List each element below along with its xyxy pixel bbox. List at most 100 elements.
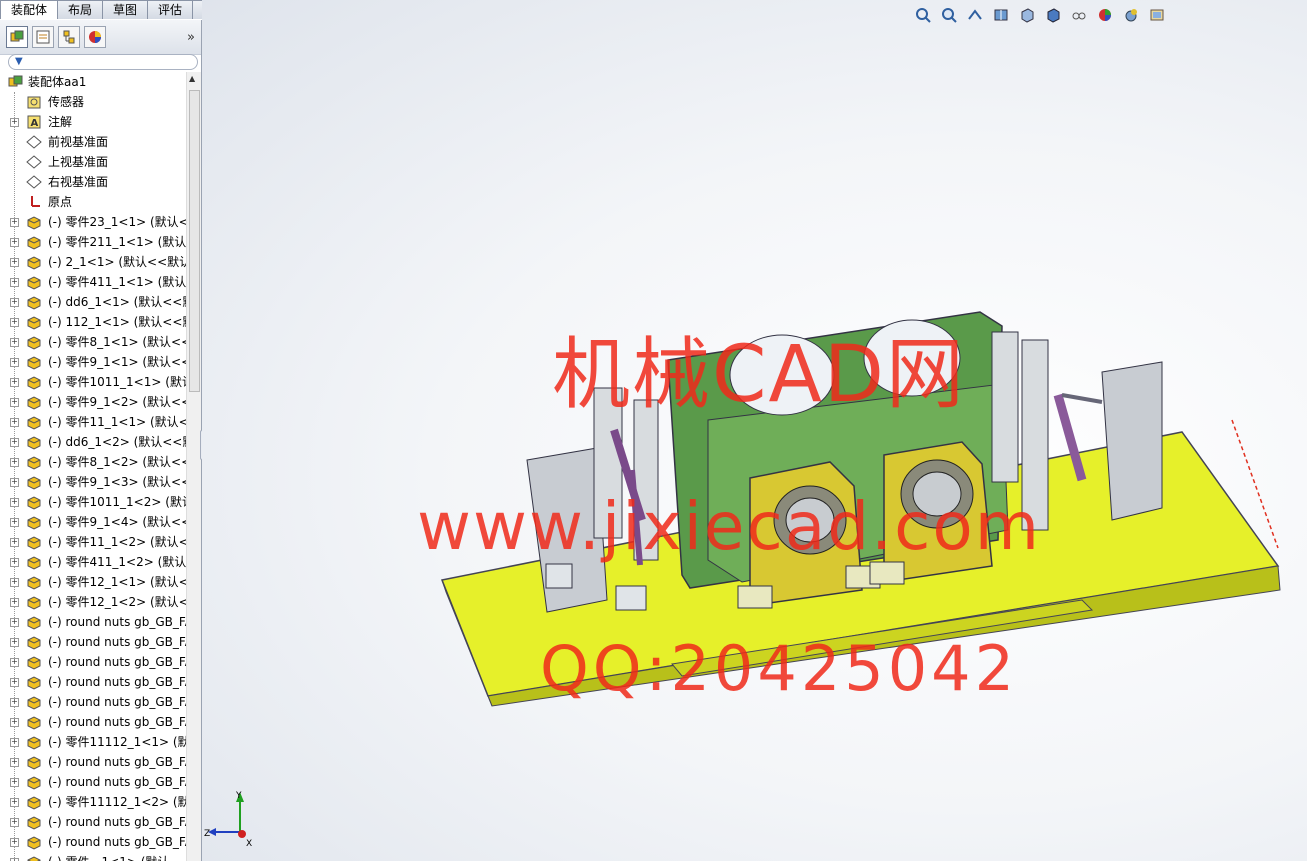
tree-item[interactable]: + (-) 零件9_1<2> (默认<<!	[0, 392, 186, 412]
tree-item[interactable]: + (-) 112_1<1> (默认<<默	[0, 312, 186, 332]
tree-item[interactable]: + (-) round nuts gb_GB_FA	[0, 712, 186, 732]
graphics-area[interactable]: 机械CAD网 www.jixiecad.com QQ:20425042 Y Z …	[202, 0, 1307, 861]
tree-item-label: (-) 零件8_1<1> (默认<<!	[48, 335, 186, 349]
tree-item[interactable]: + (-) 零件11_1<1> (默认<<	[0, 412, 186, 432]
display-manager-tab[interactable]	[84, 26, 106, 48]
property-manager-tab[interactable]	[32, 26, 54, 48]
tree-item[interactable]: + (-) 零件211_1<1> (默认<	[0, 232, 186, 252]
tree-scrollbar[interactable]: ▲	[186, 72, 201, 861]
expand-toggle-icon[interactable]: +	[10, 638, 19, 647]
tree-item[interactable]: + (-) 零件1011_1<2> (默认	[0, 492, 186, 512]
assembly-model[interactable]	[202, 0, 1307, 861]
configuration-manager-tab[interactable]	[58, 26, 80, 48]
expand-toggle-icon[interactable]: +	[10, 518, 19, 527]
tree-item[interactable]: + (-) dd6_1<2> (默认<<默	[0, 432, 186, 452]
tree-item[interactable]: + (-) 零件11112_1<2> (默认	[0, 792, 186, 812]
expand-toggle-icon[interactable]: +	[10, 538, 19, 547]
expand-toggle-icon[interactable]: +	[10, 438, 19, 447]
tab-3[interactable]: 评估	[147, 0, 194, 19]
tree-item[interactable]: + (-) 零件12_1<1> (默认<<	[0, 572, 186, 592]
expand-toggle-icon[interactable]: +	[10, 458, 19, 467]
tree-item[interactable]: + (-) 零件11112_1<1> (默认	[0, 732, 186, 752]
tree-filter[interactable]: ▼	[8, 54, 198, 70]
tree-item[interactable]: + (-) 零件411_1<1> (默认<	[0, 272, 186, 292]
part-icon	[26, 754, 42, 770]
expand-toggle-icon[interactable]: +	[10, 338, 19, 347]
expand-panel-button[interactable]: »	[187, 30, 195, 45]
part-icon	[26, 474, 42, 490]
tree-item[interactable]: + (-) dd6_1<1> (默认<<默	[0, 292, 186, 312]
tree-item[interactable]: 传感器	[0, 92, 186, 112]
expand-toggle-icon[interactable]: +	[10, 658, 19, 667]
expand-toggle-icon[interactable]: +	[10, 578, 19, 587]
expand-toggle-icon[interactable]: +	[10, 378, 19, 387]
tree-item[interactable]: + (-) round nuts gb_GB_FA	[0, 812, 186, 832]
expand-toggle-icon[interactable]: +	[10, 598, 19, 607]
expand-toggle-icon[interactable]: +	[10, 678, 19, 687]
tree-root[interactable]: 装配体aa1	[0, 72, 186, 92]
scroll-thumb[interactable]	[189, 90, 200, 392]
feature-tree-tab[interactable]	[6, 26, 28, 48]
expand-toggle-icon[interactable]: +	[10, 798, 19, 807]
tree-item[interactable]: 原点	[0, 192, 186, 212]
tree-item-label: (-) round nuts gb_GB_FA	[48, 715, 186, 729]
tree-item[interactable]: + (-) round nuts gb_GB_FA	[0, 752, 186, 772]
expand-toggle-icon[interactable]: +	[10, 698, 19, 707]
scroll-up-icon[interactable]: ▲	[189, 74, 195, 83]
expand-toggle-icon[interactable]: +	[10, 478, 19, 487]
tree-item[interactable]: + (-) round nuts gb_GB_FA	[0, 832, 186, 852]
tree-item-label: (-) 零件11112_1<1> (默认	[48, 735, 186, 749]
tree-item[interactable]: + (-) 零件411_1<2> (默认<	[0, 552, 186, 572]
reference-triad: Y Z X	[204, 791, 252, 849]
plane-icon	[26, 134, 42, 150]
tree-item[interactable]: + (-) 零件12_1<2> (默认<<	[0, 592, 186, 612]
expand-toggle-icon[interactable]: +	[10, 558, 19, 567]
expand-toggle-icon[interactable]: +	[10, 358, 19, 367]
expand-toggle-icon[interactable]: +	[10, 838, 19, 847]
tree-item[interactable]: 前视基准面	[0, 132, 186, 152]
expand-toggle-icon[interactable]: +	[10, 218, 19, 227]
expand-toggle-icon[interactable]: +	[10, 618, 19, 627]
tree-item[interactable]: + (-) 零件8_1<1> (默认<<!	[0, 332, 186, 352]
part-icon	[26, 414, 42, 430]
tree-item[interactable]: + (-) round nuts gb_GB_FA	[0, 632, 186, 652]
tab-2[interactable]: 草图	[102, 0, 149, 19]
tree-item[interactable]: + (-) round nuts gb_GB_FA	[0, 692, 186, 712]
expand-toggle-icon[interactable]: +	[10, 778, 19, 787]
tree-item[interactable]: + (-) 零件8_1<2> (默认<<!	[0, 452, 186, 472]
tree-item[interactable]: + (-) round nuts gb_GB_FA	[0, 612, 186, 632]
part-icon	[26, 514, 42, 530]
expand-toggle-icon[interactable]: +	[10, 718, 19, 727]
expand-toggle-icon[interactable]: +	[10, 818, 19, 827]
tree-item[interactable]: +(-) 零件__1<1> (默认	[0, 852, 186, 861]
tree-item[interactable]: + (-) round nuts gb_GB_FA	[0, 672, 186, 692]
tree-item[interactable]: + (-) round nuts gb_GB_FA	[0, 652, 186, 672]
part-icon	[26, 634, 42, 650]
expand-toggle-icon[interactable]: +	[10, 418, 19, 427]
expand-toggle-icon[interactable]: +	[10, 238, 19, 247]
expand-toggle-icon[interactable]: +	[10, 498, 19, 507]
tree-item[interactable]: + (-) 零件23_1<1> (默认<<	[0, 212, 186, 232]
tab-0[interactable]: 装配体	[0, 0, 59, 19]
expand-toggle-icon[interactable]: +	[10, 398, 19, 407]
tree-item[interactable]: 右视基准面	[0, 172, 186, 192]
tab-1[interactable]: 布局	[57, 0, 104, 19]
expand-toggle-icon[interactable]: +	[10, 278, 19, 287]
tree-item-label: (-) 零件411_1<2> (默认<	[48, 555, 186, 569]
expand-toggle-icon[interactable]: +	[10, 118, 19, 127]
tree-item[interactable]: + A 注解	[0, 112, 186, 132]
expand-toggle-icon[interactable]: +	[10, 258, 19, 267]
tree-item[interactable]: + (-) 零件9_1<1> (默认<<!	[0, 352, 186, 372]
expand-toggle-icon[interactable]: +	[10, 758, 19, 767]
expand-toggle-icon[interactable]: +	[10, 318, 19, 327]
tree-item[interactable]: + (-) round nuts gb_GB_FA	[0, 772, 186, 792]
tree-item[interactable]: + (-) 2_1<1> (默认<<默认	[0, 252, 186, 272]
tree-item[interactable]: 上视基准面	[0, 152, 186, 172]
tree-item[interactable]: + (-) 零件1011_1<1> (默认	[0, 372, 186, 392]
expand-toggle-icon[interactable]: +	[10, 298, 19, 307]
property-icon	[36, 30, 50, 44]
tree-item[interactable]: + (-) 零件9_1<3> (默认<<!	[0, 472, 186, 492]
tree-item[interactable]: + (-) 零件9_1<4> (默认<<!	[0, 512, 186, 532]
expand-toggle-icon[interactable]: +	[10, 738, 19, 747]
tree-item[interactable]: + (-) 零件11_1<2> (默认<<	[0, 532, 186, 552]
